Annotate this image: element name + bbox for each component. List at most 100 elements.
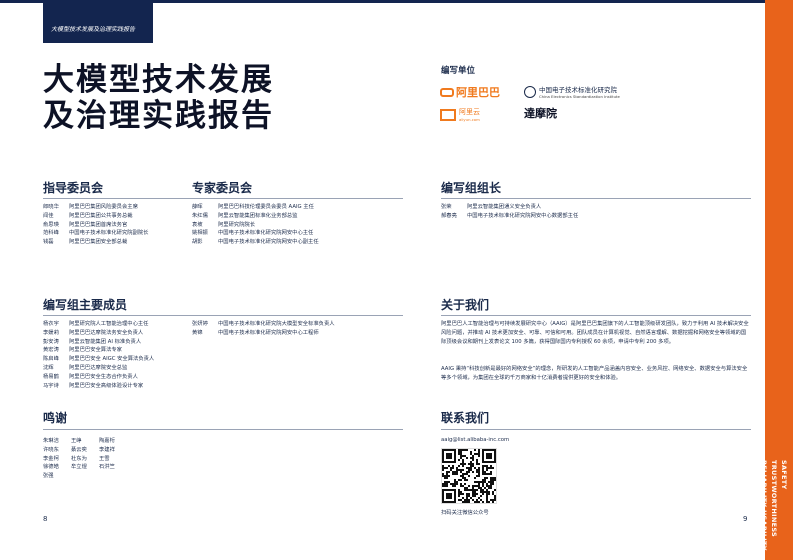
divider <box>441 315 751 316</box>
list-item: 李媛莉 阿里巴巴达摩院法务安全负责人 <box>43 329 154 338</box>
list-item: 朱红儒 阿里云智能集团标准化业务部总监 <box>192 212 319 221</box>
about-paragraph-1: 阿里巴巴人工智能治理与可持续发展研究中心（AAIG）是阿里巴巴集团旗下的人工智能… <box>441 321 749 345</box>
about-heading: 关于我们 <box>441 298 490 312</box>
lead-heading: 编写组组长 <box>441 181 502 195</box>
guidance-heading: 指导委员会 <box>43 181 104 195</box>
person-role: 阿里巴巴集团公共事务总裁 <box>69 212 133 219</box>
divider <box>43 198 403 199</box>
person-role: 阿里研究院人工智能治理中心主任 <box>69 321 149 327</box>
cesi-logo-subtext: China Electronics Standardization Instit… <box>539 94 620 99</box>
side-band-text: SAFETY TRUSTWORTHINESS RELIABILITY USABI… <box>760 460 789 560</box>
person-name: 姚相振 <box>192 230 208 237</box>
cesi-logo: 中国电子技术标准化研究院 China Electronics Standardiz… <box>524 84 620 99</box>
person-name: 张荣 <box>441 204 452 210</box>
list-item: 俞思瑛 阿里巴巴集团首席法务官 <box>43 221 148 230</box>
title-line1: 大模型技术发展 <box>43 62 274 98</box>
list-item: 沈辉 阿里巴巴达摩院安全总监 <box>43 364 154 373</box>
contact-heading: 联系我们 <box>441 411 490 425</box>
person-role: 阿里巴巴安全生态合作负责人 <box>69 373 138 380</box>
guidance-list: 郎晓华 阿里巴巴集团风险委员会主席 闻佳 阿里巴巴集团公共事务总裁 俞思瑛 阿里巴巴集团首… <box>43 203 148 247</box>
person-role: 中国电子技术标准化研究院网安中心副主任 <box>218 239 319 246</box>
person-role: 阿里巴巴科技伦理委员会委员 AAIG 主任 <box>218 204 314 210</box>
qr-caption: 扫码关注微信公众号 <box>441 510 489 516</box>
thanks-list: 朱琳洁 王峥 陶嘉桁 许晓东 綦云奕 李建祥 李金柯 杜东为 王雪 徐德皓 牟立煜 石洪竺 张强 <box>43 437 127 481</box>
divider <box>43 429 403 430</box>
wechat-qr-code[interactable] <box>441 448 497 504</box>
divider <box>441 198 751 199</box>
person-name: 闻佳 <box>43 212 54 219</box>
person-name: 俞思瑛 <box>43 221 59 228</box>
contact-email[interactable]: aaig@list.alibaba-inc.com <box>441 437 509 443</box>
person-name: 朱红儒 <box>192 212 208 219</box>
thanks-name: 杜东为 <box>71 455 87 462</box>
list-item: 闻佳 阿里巴巴集团公共事务总裁 <box>43 212 148 221</box>
list-item: 姚相振 中国电子技术标准化研究院网安中心主任 <box>192 229 319 238</box>
person-name: 沈辉 <box>43 364 54 371</box>
list-item: 杨衣宇 阿里研究院人工智能治理中心主任 <box>43 320 154 329</box>
side-band: SAFETY TRUSTWORTHINESS RELIABILITY USABI… <box>760 0 793 560</box>
thanks-name: 綦云奕 <box>71 446 87 453</box>
person-name: 黄宏涛 <box>43 347 59 354</box>
page-title: 大模型技术发展 及治理实践报告 <box>43 62 274 134</box>
experts-list: 薛晖 阿里巴巴科技伦理委员会委员 AAIG 主任朱红儒 阿里云智能集团标准化业务部总… <box>192 203 319 247</box>
aliyun-logo-subtext: aliyun.com <box>459 117 480 122</box>
person-name: 彭安涛 <box>43 338 59 345</box>
list-item: 马宇诗 阿里巴巴安全高级体验设计专家 <box>43 382 154 391</box>
person-name: 杨易鹤 <box>43 373 59 380</box>
thanks-heading: 鸣谢 <box>43 411 68 425</box>
page-number-right: 9 <box>743 515 748 523</box>
aliyun-logo: 阿里云 aliyun.com <box>440 107 480 122</box>
person-name: 袁坡 <box>192 221 203 228</box>
person-name: 李媛莉 <box>43 329 59 336</box>
thanks-name: 王雪 <box>99 455 110 462</box>
members-heading: 编写组主要成员 <box>43 298 128 312</box>
side-band-line1: SAFETY TRUSTWORTHINESS <box>770 460 788 537</box>
person-role: 阿里巴巴达摩院法务安全负责人 <box>69 329 144 336</box>
list-item: 袁坡 阿里研究院院长 <box>192 221 319 230</box>
person-name: 郎晓华 <box>43 204 59 210</box>
thanks-name: 李建祥 <box>99 446 115 453</box>
person-name: 杨衣宇 <box>43 321 59 327</box>
members-list-col2: 张妍婷 中国电子技术标准化研究院大模型安全标准负责人黄锦 中国电子技术标准化研究院网… <box>192 320 335 338</box>
thanks-name <box>99 472 127 481</box>
person-role: 中国电子技术标准化研究院网安中心数据部主任 <box>467 212 579 219</box>
person-name: 张妍婷 <box>192 321 208 327</box>
alibaba-logo: 阿里巴巴 <box>440 84 500 100</box>
qr-code-icon <box>442 449 496 503</box>
person-name: 胡影 <box>192 239 203 246</box>
experts-heading: 专家委员会 <box>192 181 253 195</box>
person-name: 郝春亮 <box>441 212 457 219</box>
side-band-line2: RELIABILITY USABILITY <box>760 460 768 551</box>
person-role: 阿里巴巴安全算法专家 <box>69 347 122 354</box>
person-name: 黄锦 <box>192 329 203 336</box>
divider <box>441 429 751 430</box>
thanks-name <box>71 472 99 481</box>
thanks-name: 王峥 <box>71 438 82 444</box>
members-list-col1: 杨衣宇 阿里研究院人工智能治理中心主任 李媛莉 阿里巴巴达摩院法务安全负责人 彭安涛 阿里… <box>43 320 154 390</box>
list-item: 杨易鹤 阿里巴巴安全生态合作负责人 <box>43 373 154 382</box>
report-tag: 大模型技术发展及治理实践报告 <box>43 3 153 43</box>
person-role: 阿里巴巴集团安全部总裁 <box>69 239 128 246</box>
list-item: 张荣 阿里云智能集团通义安全负责人 <box>441 203 578 212</box>
thanks-name: 李金柯 <box>43 455 59 462</box>
list-item: 黄锦 中国电子技术标准化研究院网安中心工程师 <box>192 329 335 338</box>
list-item: 范科峰 中国电子技术标准化研究院副院长 <box>43 229 148 238</box>
thanks-name: 陶嘉桁 <box>99 438 115 444</box>
list-item: 胡影 中国电子技术标准化研究院网安中心副主任 <box>192 238 319 247</box>
person-name: 范科峰 <box>43 230 59 237</box>
person-role: 阿里巴巴安全高级体验设计专家 <box>69 382 144 389</box>
list-item: 张妍婷 中国电子技术标准化研究院大模型安全标准负责人 <box>192 320 335 329</box>
person-role: 中国电子技术标准化研究院大模型安全标准负责人 <box>218 321 335 327</box>
person-role: 阿里巴巴集团首席法务官 <box>69 221 128 228</box>
person-name: 薛晖 <box>192 204 203 210</box>
list-item: 薛晖 阿里巴巴科技伦理委员会委员 AAIG 主任 <box>192 203 319 212</box>
title-line2: 及治理实践报告 <box>43 98 274 134</box>
thanks-name: 牟立煜 <box>71 464 87 471</box>
person-role: 阿里云智能集团标准化业务部总监 <box>218 212 298 219</box>
person-name: 马宇诗 <box>43 382 59 389</box>
thanks-name: 徐德皓 <box>43 464 59 471</box>
cesi-logo-icon <box>524 85 536 98</box>
thanks-name: 许晓东 <box>43 446 59 453</box>
person-role: 中国电子技术标准化研究院网安中心工程师 <box>218 329 319 336</box>
person-role: 阿里研究院院长 <box>218 221 256 228</box>
